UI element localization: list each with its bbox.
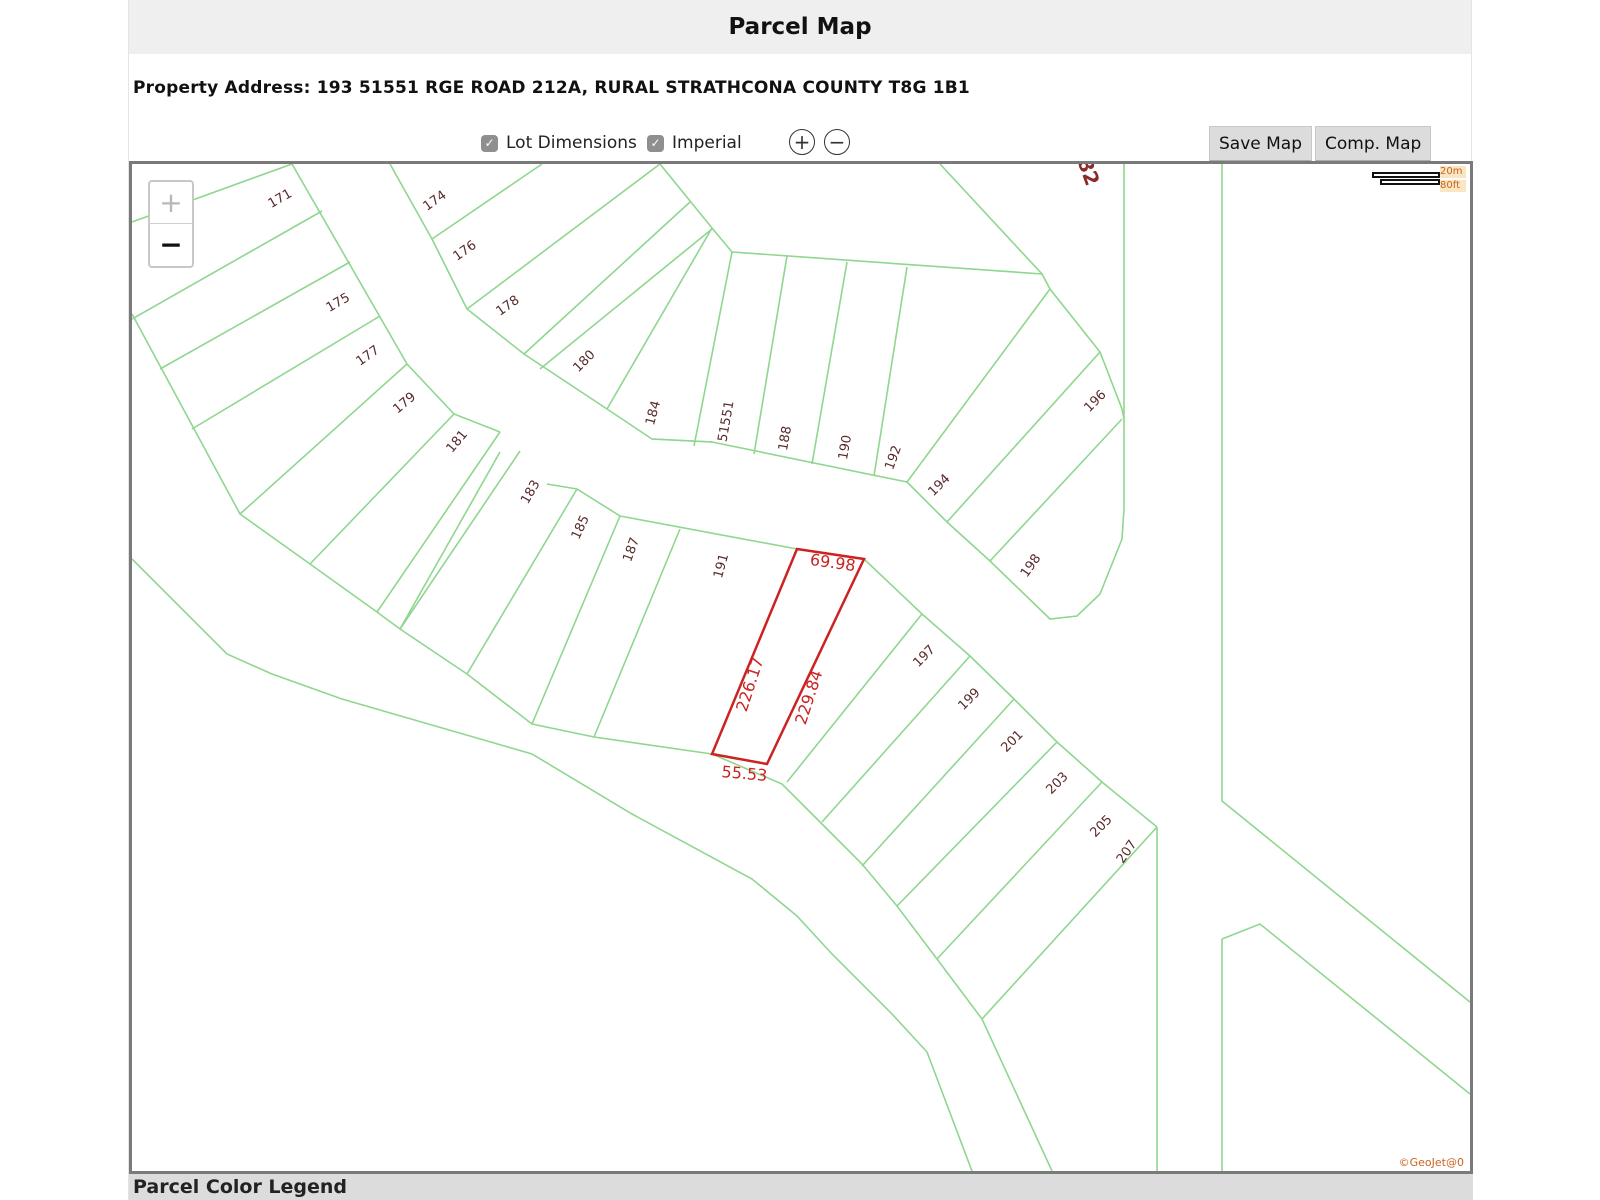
lot-number-label: 171 <box>266 186 295 211</box>
parcel-map-panel: Parcel Map Property Address: 193 51551 R… <box>128 0 1473 1200</box>
lot-number-label: 176 <box>451 238 480 265</box>
map-zoom-control: + − <box>148 180 194 268</box>
map-zoom-in-button[interactable]: + <box>150 182 192 224</box>
lot-number-label: 207 <box>1114 838 1141 867</box>
minus-circle-icon[interactable]: − <box>824 129 850 155</box>
lot-dimension-label: 55.53 <box>721 762 768 785</box>
lot-number-label: 51551 <box>716 400 738 443</box>
lot-number-label: 197 <box>910 642 938 670</box>
lot-number-label: 188 <box>776 425 795 452</box>
parcel-map-canvas[interactable]: 171 174 176 175 177 178 179 180 181 183 184 51551 18… <box>129 161 1473 1174</box>
lot-number-label: 194 <box>925 471 953 499</box>
map-zoom-out-button[interactable]: − <box>150 224 192 266</box>
save-map-button[interactable]: Save Map <box>1209 126 1313 162</box>
lot-number-label: 191 <box>711 552 732 580</box>
plus-circle-icon[interactable]: + <box>789 129 815 155</box>
property-address: Property Address: 193 51551 RGE ROAD 212… <box>133 78 970 98</box>
lot-number-label: 179 <box>390 390 419 417</box>
lot-dimension-label: 226.17 <box>732 655 767 714</box>
scale-metric-label: 20m <box>1440 166 1466 178</box>
imperial-checkbox[interactable]: ✓ Imperial <box>647 133 742 153</box>
lot-number-label: 184 <box>643 399 664 427</box>
lot-number-label: 192 <box>882 444 905 472</box>
lot-number-label: 175 <box>324 290 353 315</box>
lot-number-label: 198 <box>1018 552 1045 581</box>
scale-imperial-label: 80ft <box>1440 180 1466 192</box>
lot-number-label: 187 <box>620 536 643 564</box>
check-icon: ✓ <box>647 134 664 152</box>
lot-number-label: 205 <box>1087 812 1115 840</box>
parcel-color-legend: Parcel Color Legend <box>129 1174 1473 1200</box>
lot-number-label: 201 <box>998 727 1026 755</box>
scale-bar-imperial <box>1380 179 1440 185</box>
lot-number-label: 180 <box>570 347 598 375</box>
lot-dimensions-label: Lot Dimensions <box>506 133 637 153</box>
lot-number-label: 82 <box>1073 164 1105 189</box>
scale-bar-metric <box>1372 172 1440 178</box>
selected-parcel <box>710 547 866 766</box>
imperial-label: Imperial <box>672 133 742 153</box>
lot-number-label: 181 <box>444 427 471 456</box>
lot-number-label: 199 <box>955 685 983 713</box>
lot-dimensions-checkbox[interactable]: ✓ Lot Dimensions <box>481 133 637 153</box>
lot-number-label: 174 <box>421 188 450 215</box>
lot-number-label: 185 <box>569 513 593 542</box>
parcel-lines: 171 174176 175 177 178 179 180 181 183 184 51551 18… <box>132 164 1470 1171</box>
scale-bar: 20m 80ft <box>1368 164 1468 196</box>
map-controls: ✓ Lot Dimensions ✓ Imperial + − Save Map… <box>129 126 1471 162</box>
lot-dimension-label: 69.98 <box>809 550 857 575</box>
page-title: Parcel Map <box>129 0 1471 54</box>
lot-number-label: 203 <box>1043 769 1071 797</box>
comp-map-button[interactable]: Comp. Map <box>1315 126 1432 162</box>
lot-number-label: 178 <box>494 293 523 320</box>
map-copyright: ©GeoJet@0 <box>1398 1156 1464 1169</box>
lot-number-label: 183 <box>518 478 543 507</box>
lot-dimension-label: 229.84 <box>791 668 826 727</box>
check-icon: ✓ <box>481 134 498 152</box>
lot-number-label: 196 <box>1081 387 1109 415</box>
lot-number-label: 190 <box>836 434 855 461</box>
lot-number-label: 177 <box>354 343 383 370</box>
